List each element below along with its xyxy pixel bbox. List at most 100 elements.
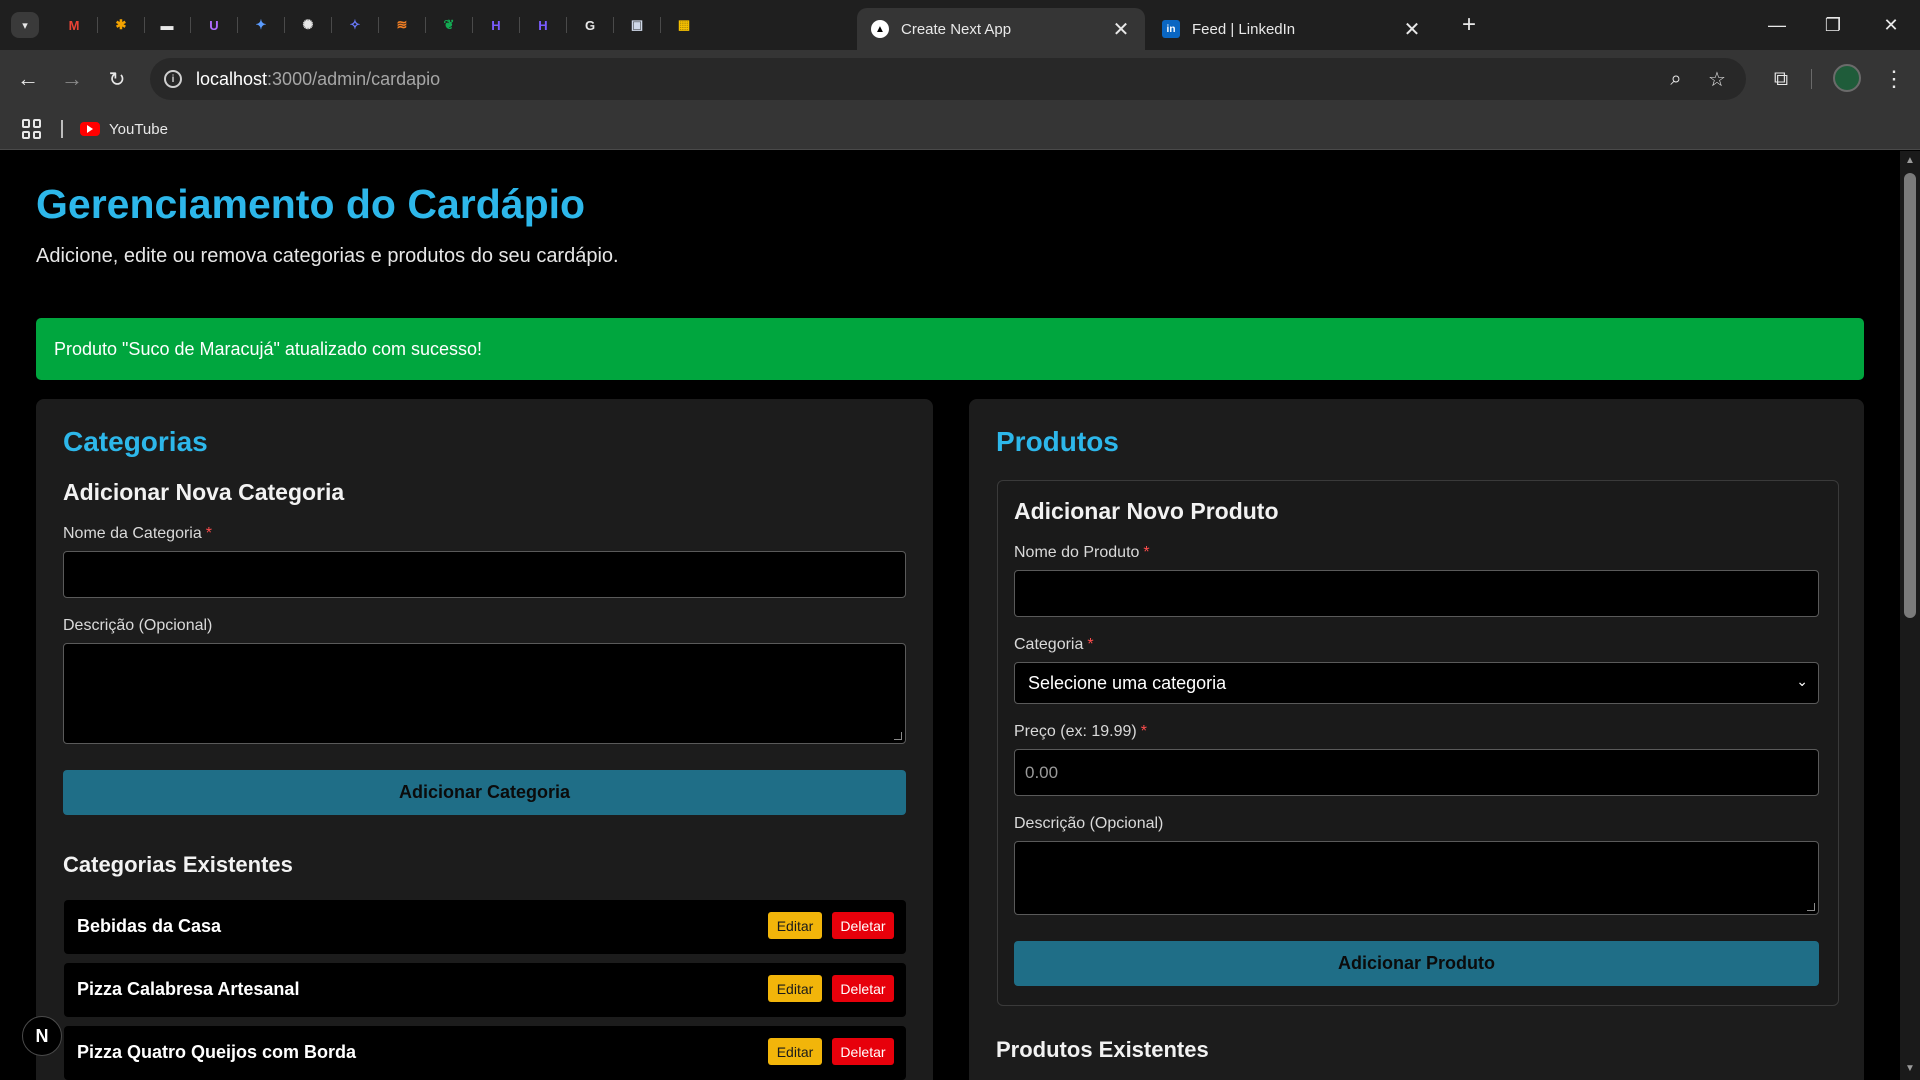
product-name-input[interactable] xyxy=(1014,570,1819,617)
products-title: Produtos xyxy=(996,426,1119,457)
existing-categories-heading: Categorias Existentes xyxy=(63,852,293,877)
close-tab-icon[interactable]: ✕ xyxy=(1402,17,1422,42)
category-description-label: Descrição (Opcional) xyxy=(63,617,213,634)
browser-toolbar: ← → ↻ i localhost:3000/admin/cardapio ⌕ … xyxy=(0,50,1920,108)
stack-icon[interactable]: ≋ xyxy=(389,12,415,38)
pinned-tab-divider xyxy=(613,17,614,33)
pinned-tab-divider xyxy=(190,17,191,33)
bus-icon[interactable]: ▬ xyxy=(154,12,180,38)
products-panel: Produtos Adicionar Novo Produto Nome do … xyxy=(969,399,1864,1080)
category-row: Bebidas da Casa Editar Deletar xyxy=(64,900,906,954)
category-description-textarea[interactable] xyxy=(63,643,906,744)
product-category-select[interactable]: Selecione uma categoria ⌄ xyxy=(1014,662,1819,704)
categories-panel: Categorias Adicionar Nova Categoria Nome… xyxy=(36,399,933,1080)
success-alert: Produto "Suco de Maracujá" atualizado co… xyxy=(36,318,1864,380)
tab-title: Create Next App xyxy=(901,20,1012,38)
zoom-icon[interactable]: ⌕ xyxy=(1661,64,1691,94)
delete-category-button[interactable]: Deletar xyxy=(832,912,894,939)
edit-category-button[interactable]: Editar xyxy=(768,912,822,939)
pinned-tab-divider xyxy=(472,17,473,33)
mongodb-icon[interactable]: ❦ xyxy=(436,12,462,38)
add-category-heading: Adicionar Nova Categoria xyxy=(63,479,345,505)
edit-category-button[interactable]: Editar xyxy=(768,975,822,1002)
close-tab-icon[interactable]: ✕ xyxy=(1111,17,1131,42)
browser-menu-icon[interactable]: ⋮ xyxy=(1879,64,1909,94)
pinned-tab-divider xyxy=(425,17,426,33)
category-name: Pizza Calabresa Artesanal xyxy=(77,979,300,999)
pinned-tab-divider xyxy=(144,17,145,33)
reload-icon[interactable]: ↻ xyxy=(102,64,132,94)
nextjs-favicon-icon: ▲ xyxy=(871,20,889,38)
pinned-tab-divider xyxy=(284,17,285,33)
page-viewport: Gerenciamento do Cardápio Adicione, edit… xyxy=(0,151,1900,1080)
product-category-label: Categoria * xyxy=(1014,636,1094,653)
product-description-label: Descrição (Opcional) xyxy=(1014,815,1164,832)
back-arrow-icon[interactable]: ← xyxy=(13,64,43,94)
category-name-label: Nome da Categoria * xyxy=(63,525,212,542)
selected-category: Selecione uma categoria xyxy=(1028,672,1227,693)
scroll-up-icon[interactable]: ▲ xyxy=(1904,155,1916,167)
address-bar[interactable]: i localhost:3000/admin/cardapio ⌕ ☆ xyxy=(150,58,1746,100)
bookmarks-bar: YouTube xyxy=(0,108,1920,150)
product-name-label: Nome do Produto * xyxy=(1014,544,1150,561)
scroll-down-icon[interactable]: ▼ xyxy=(1904,1063,1916,1075)
categories-title: Categorias xyxy=(63,426,208,457)
google-icon[interactable]: G xyxy=(577,12,603,38)
pinned-tab-divider xyxy=(566,17,567,33)
add-product-heading: Adicionar Novo Produto xyxy=(1014,498,1279,524)
forward-arrow-icon[interactable]: → xyxy=(57,64,87,94)
delete-category-button[interactable]: Deletar xyxy=(832,1038,894,1065)
openai-icon[interactable]: ✺ xyxy=(295,12,321,38)
add-product-button[interactable]: Adicionar Produto xyxy=(1014,941,1819,986)
resize-handle[interactable] xyxy=(894,732,902,740)
toolbar-divider xyxy=(1811,69,1812,89)
bookmarks-divider xyxy=(61,120,63,138)
pinned-tab-divider xyxy=(519,17,520,33)
delete-category-button[interactable]: Deletar xyxy=(832,975,894,1002)
category-name-input[interactable] xyxy=(63,551,906,598)
tab-strip: ▾ M ✱ ▬ U ✦ ✺ ✧ ≋ ❦ H H G ▣ ▦ ▲ Create Next App ✕ in … xyxy=(0,0,1920,50)
site-info-icon[interactable]: i xyxy=(164,70,182,88)
sheets-app-icon[interactable]: ▦ xyxy=(671,12,697,38)
puzzle-app-icon[interactable]: ✱ xyxy=(108,12,134,38)
hostinger-icon[interactable]: H xyxy=(483,12,509,38)
nextjs-dev-indicator[interactable]: N xyxy=(22,1016,62,1056)
profile-avatar[interactable] xyxy=(1833,64,1861,92)
category-name: Pizza Quatro Queijos com Borda xyxy=(77,1042,357,1062)
tab-search-button[interactable]: ▾ xyxy=(11,12,39,38)
product-price-label: Preço (ex: 19.99) * xyxy=(1014,723,1147,740)
window-close-icon[interactable]: ✕ xyxy=(1876,10,1906,40)
resize-handle[interactable] xyxy=(1807,903,1815,911)
add-category-button[interactable]: Adicionar Categoria xyxy=(63,770,906,815)
proton-icon[interactable]: U xyxy=(201,12,227,38)
tab-linkedin[interactable]: in Feed | LinkedIn ✕ xyxy=(1148,8,1436,50)
restore-icon[interactable]: ❐ xyxy=(1818,10,1848,40)
gmail-icon[interactable]: M xyxy=(61,12,87,38)
new-tab-button[interactable]: + xyxy=(1456,12,1482,38)
scrollbar-thumb[interactable] xyxy=(1904,173,1916,618)
hostinger-icon-2[interactable]: H xyxy=(530,12,556,38)
chevron-down-icon: ⌄ xyxy=(1796,673,1808,689)
linkedin-icon: in xyxy=(1162,20,1180,38)
gemini-icon[interactable]: ✦ xyxy=(248,12,274,38)
url-path: :3000/admin/cardapio xyxy=(267,68,441,89)
tab-create-next-app[interactable]: ▲ Create Next App ✕ xyxy=(857,8,1145,50)
tab-title: Feed | LinkedIn xyxy=(1192,20,1296,38)
page-scrollbar[interactable]: ▲ ▼ xyxy=(1900,151,1920,1080)
bookmark-youtube[interactable]: YouTube xyxy=(80,118,168,140)
bookmark-label: YouTube xyxy=(109,120,168,138)
category-row: Pizza Calabresa Artesanal Editar Deletar xyxy=(64,963,906,1017)
product-price-input[interactable]: 0.00 xyxy=(1014,749,1819,796)
page-subtitle: Adicione, edite ou remova categorias e p… xyxy=(36,245,619,267)
minimize-icon[interactable]: — xyxy=(1762,10,1792,40)
pinned-tab-divider xyxy=(660,17,661,33)
extensions-icon[interactable]: ⧉ xyxy=(1766,64,1796,94)
docs-app-icon[interactable]: ▣ xyxy=(624,12,650,38)
copilot-icon[interactable]: ✧ xyxy=(342,12,368,38)
add-product-form: Adicionar Novo Produto Nome do Produto * … xyxy=(997,480,1839,1006)
edit-category-button[interactable]: Editar xyxy=(768,1038,822,1065)
bookmark-star-icon[interactable]: ☆ xyxy=(1702,64,1732,94)
apps-grid-icon[interactable] xyxy=(22,119,42,139)
pinned-tab-divider xyxy=(237,17,238,33)
product-description-textarea[interactable] xyxy=(1014,841,1819,915)
